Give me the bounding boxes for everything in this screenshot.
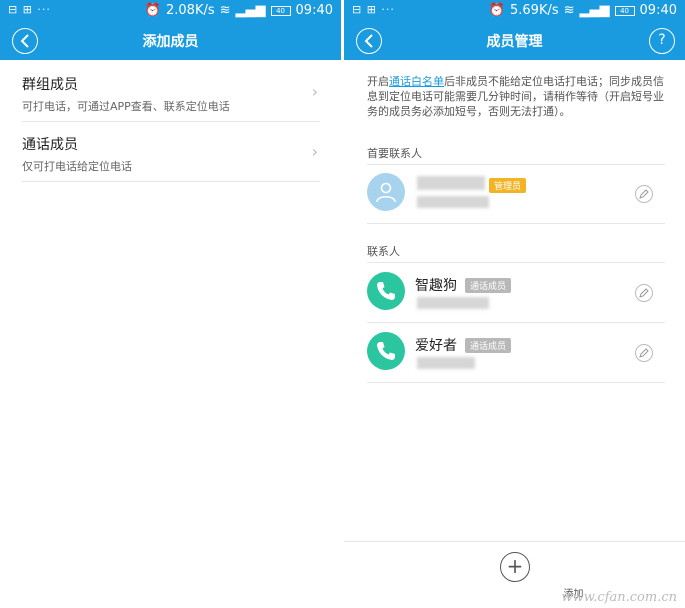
contact-name: 爱好者 xyxy=(415,338,457,354)
edit-button[interactable] xyxy=(635,284,653,302)
primary-contact-row[interactable]: 管理员 xyxy=(367,163,665,223)
member-management-screen: ⊟ ⊞ ··· ⏰ 5.69K/s ≋ ▂▄▆ 40 09:40 成员管理 ? … xyxy=(344,0,685,608)
network-speed: 5.69K/s xyxy=(510,3,559,18)
pencil-icon xyxy=(639,189,649,199)
pencil-icon xyxy=(639,348,649,358)
list-item-title: 通话成员 xyxy=(22,137,78,153)
help-button[interactable]: ? xyxy=(649,28,675,54)
call-member-badge: 通话成员 xyxy=(465,278,512,293)
contact-name: 智趣狗 xyxy=(415,278,457,294)
contact-row[interactable]: 爱好者 通话成员 xyxy=(367,322,665,382)
avatar xyxy=(367,332,405,370)
add-member-screen: ⊟ ⊞ ··· ⏰ 2.08K/s ≋ ▂▄▆ 40 09:40 添加成员 群组… xyxy=(0,0,341,608)
blurred-name xyxy=(417,176,485,190)
notice-prefix: 开启 xyxy=(367,75,389,88)
wifi-icon: ≋ xyxy=(219,3,231,18)
list-item-desc: 可打电话，可通过APP查看、联系定位电话 xyxy=(22,100,230,113)
plus-icon: + xyxy=(506,554,524,578)
nav-bar: 添加成员 xyxy=(0,22,341,60)
edit-button[interactable] xyxy=(635,344,653,362)
wifi-icon: ≋ xyxy=(563,3,575,18)
list-item-desc: 仅可打电话给定位电话 xyxy=(22,160,132,173)
add-member-button[interactable]: + xyxy=(500,552,530,582)
chevron-right-icon: › xyxy=(311,82,318,101)
page-title: 添加成员 xyxy=(142,34,199,50)
bottom-bar: + 添加 www.cfan.com.cn xyxy=(344,541,685,608)
primary-contact-label: 首要联系人 xyxy=(367,147,422,160)
avatar xyxy=(367,272,405,310)
notification-icons: ⊟ ⊞ ··· xyxy=(352,3,395,16)
contact-row[interactable]: 智趣狗 通话成员 xyxy=(367,262,665,322)
nav-bar: 成员管理 ? xyxy=(344,22,685,60)
page-title: 成员管理 xyxy=(486,34,543,50)
admin-badge: 管理员 xyxy=(489,178,527,193)
battery-icon: 40 xyxy=(270,5,291,16)
alarm-icon: ⏰ xyxy=(488,3,505,18)
call-member-badge: 通话成员 xyxy=(465,338,512,353)
pencil-icon xyxy=(639,288,649,298)
clock: 09:40 xyxy=(639,3,677,18)
chevron-right-icon: › xyxy=(311,142,318,161)
list-item-call-member[interactable]: 通话成员 仅可打电话给定位电话 › xyxy=(22,122,320,182)
signal-icon: ▂▄▆ xyxy=(579,3,610,18)
edit-button[interactable] xyxy=(635,185,653,203)
notification-icons: ⊟ ⊞ ··· xyxy=(8,3,51,16)
contacts-label: 联系人 xyxy=(367,245,400,258)
signal-icon: ▂▄▆ xyxy=(235,3,266,18)
whitelist-notice: 开启通话白名单后非成员不能给定位电话打电话；同步成员信息到定位电话可能需要几分钟… xyxy=(367,74,667,119)
alarm-icon: ⏰ xyxy=(144,3,161,18)
blurred-phone xyxy=(417,297,489,309)
status-bar: ⊟ ⊞ ··· ⏰ 2.08K/s ≋ ▂▄▆ 40 09:40 xyxy=(0,0,341,22)
clock: 09:40 xyxy=(295,3,333,18)
list-item-group-member[interactable]: 群组成员 可打电话，可通过APP查看、联系定位电话 › xyxy=(22,62,320,122)
network-speed: 2.08K/s xyxy=(166,3,215,18)
list-item-title: 群组成员 xyxy=(22,77,78,93)
divider xyxy=(367,382,665,383)
question-icon: ? xyxy=(658,32,666,48)
person-icon xyxy=(376,182,396,203)
phone-icon xyxy=(377,342,395,360)
whitelist-link[interactable]: 通话白名单 xyxy=(389,75,444,88)
blurred-phone xyxy=(417,196,489,208)
watermark: www.cfan.com.cn xyxy=(561,590,677,605)
avatar xyxy=(367,173,405,211)
battery-icon: 40 xyxy=(614,5,635,16)
divider xyxy=(367,223,665,224)
blurred-phone xyxy=(417,357,475,369)
status-bar: ⊟ ⊞ ··· ⏰ 5.69K/s ≋ ▂▄▆ 40 09:40 xyxy=(344,0,685,22)
phone-icon xyxy=(377,282,395,300)
